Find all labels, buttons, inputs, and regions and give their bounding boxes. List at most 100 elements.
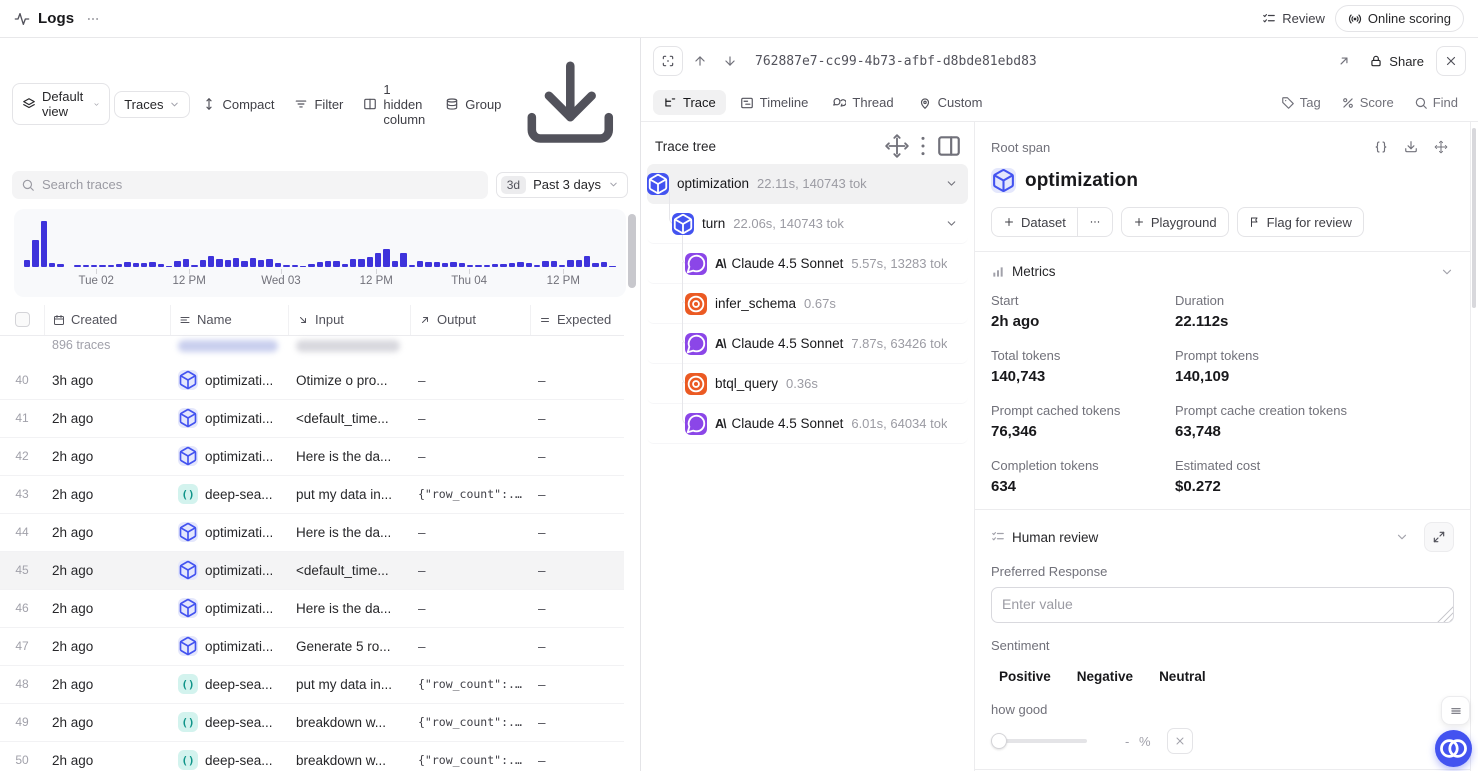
tree-node-claude-4-5-sonnet[interactable]: A\Claude 4.5 Sonnet6.01s, 64034 tok [647, 404, 968, 444]
playground-button[interactable]: Playground [1121, 207, 1229, 237]
slider-knob[interactable] [991, 733, 1007, 749]
move-icon [1434, 140, 1448, 154]
tree-node-turn[interactable]: turn 22.06s, 140743 tok [647, 204, 968, 244]
open-full-page-button[interactable] [1331, 48, 1357, 74]
column-header-name[interactable]: Name [170, 305, 288, 335]
tree-node-claude-4-5-sonnet[interactable]: A\Claude 4.5 Sonnet5.57s, 13283 tok [647, 244, 968, 284]
sentiment-options: Positive Negative Neutral [991, 663, 1454, 690]
column-header-output[interactable]: Output [410, 305, 530, 335]
tab-thread[interactable]: Thread [822, 90, 903, 115]
search-input[interactable] [42, 177, 479, 192]
table-row[interactable]: 403h agooptimizati...Otimize o pro...–– [0, 362, 624, 400]
review-button[interactable]: Review [1252, 6, 1335, 31]
sentiment-negative-button[interactable]: Negative [1069, 663, 1141, 690]
clear-score-button[interactable] [1167, 728, 1193, 754]
metric-completion-tokens: Completion tokens634 [991, 458, 1175, 495]
filter-button[interactable]: Filter [286, 92, 351, 117]
tool-span-icon [685, 293, 707, 315]
export-button[interactable] [513, 47, 628, 162]
table-row[interactable]: 462h agooptimizati...Here is the da...–– [0, 590, 624, 628]
table-row[interactable]: 422h agooptimizati...Here is the da...–– [0, 438, 624, 476]
table-row[interactable]: 482h ago()deep-sea...put my data in...{"… [0, 666, 624, 704]
code-braces-icon [1374, 140, 1388, 154]
tree-node-infer-schema[interactable]: infer_schema0.67s [647, 284, 968, 324]
tree-node-meta: 22.11s, 140743 tok [757, 176, 867, 191]
comments-menu-button[interactable] [1441, 696, 1470, 725]
expand-icon [1432, 530, 1446, 544]
table-row[interactable]: 432h ago()deep-sea...put my data in...{"… [0, 476, 624, 514]
tab-trace[interactable]: Trace [653, 90, 726, 115]
table-row[interactable]: 442h agooptimizati...Here is the da...–– [0, 514, 624, 552]
chevron-down-icon[interactable] [945, 217, 958, 230]
tag-button[interactable]: Tag [1273, 90, 1329, 115]
group-button[interactable]: Group [437, 92, 509, 117]
side-panel-icon[interactable] [936, 133, 962, 159]
page-more-menu-icon[interactable] [84, 10, 102, 28]
tab-custom[interactable]: Custom [908, 90, 993, 115]
table-scrollbar[interactable] [628, 214, 636, 288]
top-bar: Logs Review Online scoring [0, 0, 1478, 38]
expected-cell: – [530, 715, 624, 730]
chevron-down-icon[interactable] [1395, 530, 1409, 544]
kebab-menu-icon[interactable] [910, 133, 936, 159]
axis-tick-label: 12 PM [360, 275, 393, 287]
expand-review-button[interactable] [1424, 522, 1454, 552]
row-number: 45 [0, 563, 44, 577]
select-all-checkbox[interactable] [15, 312, 30, 327]
flag-for-review-button[interactable]: Flag for review [1237, 207, 1364, 237]
chevron-down-icon[interactable] [945, 177, 958, 190]
hidden-columns-button[interactable]: 1 hidden column [355, 77, 433, 132]
tree-node-optimization[interactable]: optimization22.11s, 140743 tok [647, 164, 968, 204]
how-good-slider[interactable] [991, 733, 1087, 749]
download-span-button[interactable] [1398, 134, 1424, 160]
next-trace-button[interactable] [717, 48, 743, 74]
share-button[interactable]: Share [1361, 49, 1432, 74]
row-number: 43 [0, 487, 44, 501]
column-header-input[interactable]: Input [288, 305, 410, 335]
add-to-dataset-main[interactable]: Dataset [992, 208, 1077, 236]
table-row[interactable]: 492h ago()deep-sea...breakdown w...{"row… [0, 704, 624, 742]
traces-selector[interactable]: Traces [114, 91, 190, 118]
compact-button[interactable]: Compact [194, 92, 282, 117]
chevron-down-icon[interactable] [1440, 265, 1454, 279]
tree-node-btql-query[interactable]: btql_query0.36s [647, 364, 968, 404]
column-header-label: Created [71, 312, 117, 327]
tree-node-claude-4-5-sonnet[interactable]: A\Claude 4.5 Sonnet7.87s, 63426 tok [647, 324, 968, 364]
add-to-dataset-more[interactable] [1078, 208, 1112, 236]
ai-assistant-button[interactable] [1435, 730, 1472, 767]
table-row[interactable]: 472h agooptimizati...Generate 5 ro...–– [0, 628, 624, 666]
tree-node-label: turn [702, 216, 725, 231]
sentiment-neutral-button[interactable]: Neutral [1151, 663, 1214, 690]
previous-trace-button[interactable] [687, 48, 713, 74]
expected-cell: – [530, 525, 624, 540]
tree-node-meta: 22.06s, 140743 tok [733, 216, 844, 231]
time-range-selector[interactable]: 3d Past 3 days [496, 172, 628, 198]
column-header-created[interactable]: Created [44, 305, 170, 335]
created-cell: 2h ago [44, 753, 170, 768]
preferred-response-input[interactable] [991, 587, 1454, 623]
find-button[interactable]: Find [1406, 90, 1466, 115]
view-selector[interactable]: Default view [12, 83, 110, 125]
move-icon[interactable] [1428, 134, 1454, 160]
name-cell: optimizati... [170, 522, 288, 542]
view-json-button[interactable] [1368, 134, 1394, 160]
table-row[interactable]: 452h agooptimizati...<default_time...–– [0, 552, 624, 590]
column-header-expected[interactable]: Expected [530, 305, 624, 335]
slider-value: - % [1125, 734, 1151, 749]
output-cell: {"row_count":... [410, 487, 530, 501]
sentiment-positive-button[interactable]: Positive [991, 663, 1059, 690]
move-icon[interactable] [884, 133, 910, 159]
created-cell: 2h ago [44, 525, 170, 540]
focus-span-button[interactable] [653, 46, 683, 76]
histogram-bar [584, 256, 590, 267]
score-button[interactable]: Score [1333, 90, 1402, 115]
textlines-icon [179, 314, 191, 326]
tab-timeline[interactable]: Timeline [730, 90, 819, 115]
table-row[interactable]: 412h agooptimizati...<default_time...–– [0, 400, 624, 438]
close-panel-button[interactable] [1436, 46, 1466, 76]
axis-tick-mark [189, 269, 190, 274]
span-detail-panel: Root span optimization [975, 122, 1478, 771]
table-row[interactable]: 502h ago()deep-sea...breakdown w...{"row… [0, 742, 624, 771]
scrollbar-thumb[interactable] [1472, 128, 1476, 308]
online-scoring-button[interactable]: Online scoring [1335, 5, 1464, 32]
